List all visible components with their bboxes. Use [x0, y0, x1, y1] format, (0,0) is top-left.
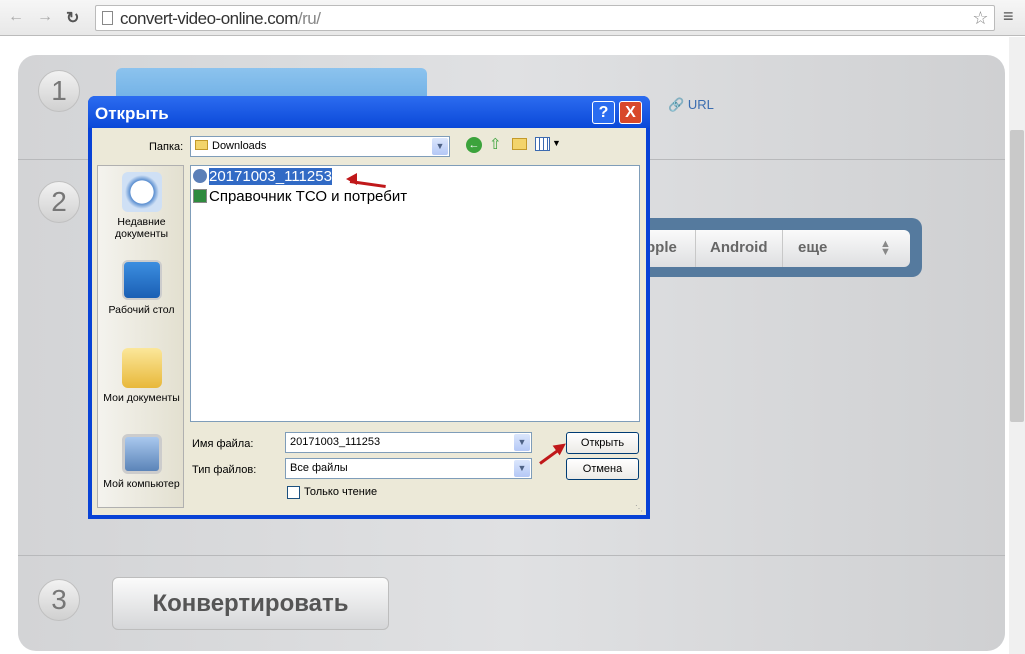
step-1-badge: 1	[38, 70, 80, 112]
url-path: /ru/	[297, 9, 321, 28]
folder-value: Downloads	[212, 140, 267, 152]
updown-icon[interactable]: ▲ ▼	[880, 239, 891, 258]
place-my-documents[interactable]: Мои документы	[98, 348, 185, 404]
url-link-label: URL	[687, 97, 714, 112]
file-name: 20171003_111253	[209, 168, 332, 185]
up-folder-icon[interactable]: ⇧	[489, 135, 502, 153]
chevron-down-icon[interactable]: ▼	[432, 138, 448, 155]
format-tabs: pple Android еще ▲ ▼	[610, 230, 910, 267]
places-bar: Недавние документы Рабочий стол Мои доку…	[97, 165, 184, 508]
folder-label: Папка:	[149, 141, 184, 153]
cancel-button[interactable]: Отмена	[566, 458, 639, 480]
filename-label: Имя файла:	[192, 438, 254, 450]
step-3-badge: 3	[38, 579, 80, 621]
help-button[interactable]: ?	[592, 101, 615, 124]
format-tab-more[interactable]: еще	[798, 239, 827, 256]
dialog-title: Открыть	[88, 96, 650, 128]
excel-file-icon	[193, 189, 207, 203]
resize-grip-icon[interactable]: ⋱	[635, 504, 643, 513]
reload-icon[interactable]: ↻	[66, 8, 79, 28]
scrollbar-thumb[interactable]	[1010, 130, 1024, 422]
chevron-down-icon[interactable]: ▼	[514, 460, 530, 477]
back-folder-icon[interactable]: ←	[466, 137, 482, 153]
convert-button[interactable]: Конвертировать	[112, 577, 389, 630]
separator	[782, 230, 783, 267]
browser-toolbar: ← → ↻ convert-video-online.com/ru/ ☆ ≡	[0, 0, 1025, 36]
filetype-select[interactable]: Все файлы ▼	[285, 458, 532, 479]
bookmark-star-icon[interactable]: ☆	[972, 8, 988, 29]
place-desktop[interactable]: Рабочий стол	[98, 260, 185, 316]
recent-documents-icon	[121, 172, 162, 212]
my-documents-icon	[121, 348, 162, 388]
place-label: Мой компьютер	[103, 478, 180, 490]
view-menu-icon[interactable]	[535, 137, 550, 151]
file-list[interactable]: 20171003_111253 Справочник ТСО и потреби…	[190, 165, 640, 422]
menu-icon[interactable]: ≡	[1003, 6, 1014, 27]
url-host: convert-video-online.com	[120, 9, 298, 28]
my-computer-icon	[121, 434, 162, 474]
chevron-down-icon[interactable]: ▼	[514, 434, 530, 451]
place-label: Недавние документы	[114, 216, 169, 240]
page-icon	[102, 11, 113, 25]
new-folder-icon[interactable]	[512, 138, 527, 150]
place-label: Мои документы	[103, 392, 180, 404]
open-button[interactable]: Открыть	[566, 432, 639, 454]
readonly-label: Только чтение	[304, 486, 378, 498]
readonly-checkbox[interactable]	[287, 486, 300, 499]
url-link[interactable]: 🔗 URL	[668, 97, 714, 113]
link-icon: 🔗	[668, 97, 685, 112]
place-label: Рабочий стол	[108, 304, 175, 316]
filetype-label: Тип файлов:	[192, 464, 257, 476]
filename-input[interactable]: 20171003_111253 ▼	[285, 432, 532, 453]
annotation-arrowhead	[346, 173, 357, 185]
file-item[interactable]: Справочник ТСО и потребит	[193, 188, 409, 206]
address-bar[interactable]: convert-video-online.com/ru/ ☆	[95, 5, 995, 31]
back-icon[interactable]: ←	[8, 8, 24, 26]
forward-icon[interactable]: →	[37, 8, 53, 26]
place-my-computer[interactable]: Мой компьютер	[98, 434, 185, 490]
close-button[interactable]: X	[619, 101, 642, 124]
step-2-badge: 2	[38, 181, 80, 223]
format-tab-android[interactable]: Android	[710, 239, 768, 256]
filetype-value: Все файлы	[290, 462, 348, 474]
format-tab-apple[interactable]: pple	[646, 239, 677, 256]
view-dropdown-icon[interactable]: ▼	[552, 138, 561, 148]
folder-icon	[195, 140, 208, 150]
file-item[interactable]: 20171003_111253	[193, 168, 334, 186]
file-name: Справочник ТСО и потребит	[209, 188, 408, 205]
open-file-dialog: Открыть ? X Папка: Downloads ▼ ← ⇧ ▼ Нед…	[88, 96, 650, 519]
divider	[18, 555, 1005, 556]
media-file-icon	[193, 169, 207, 183]
desktop-icon	[121, 260, 162, 300]
separator	[695, 230, 696, 267]
filename-value: 20171003_111253	[290, 436, 381, 448]
place-recent[interactable]: Недавние документы	[98, 172, 185, 240]
folder-select[interactable]: Downloads ▼	[190, 136, 450, 157]
